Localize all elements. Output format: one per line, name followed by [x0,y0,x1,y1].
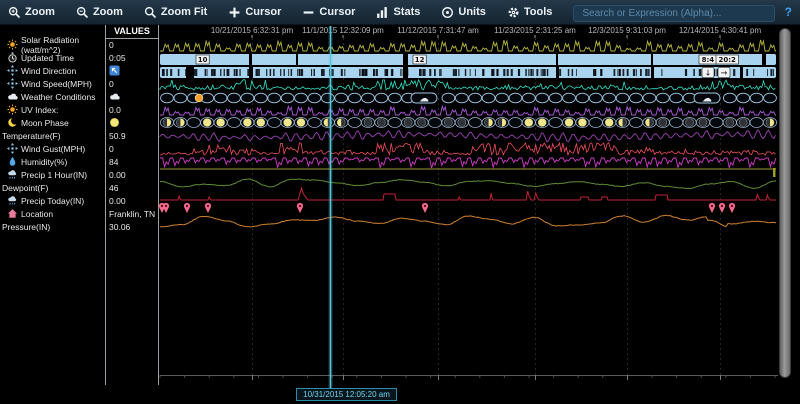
vertical-scrollbar[interactable] [779,28,791,378]
track-location[interactable] [159,203,735,213]
svg-text:8:4: 8:4 [702,56,715,64]
track-pressure-in[interactable] [160,215,776,227]
moon-phase-icon [739,119,747,127]
time-axis-label: 11/1/2015 12:32:09 pm [302,26,384,35]
moon-phase-icon [686,119,694,127]
track-temperature-f[interactable] [160,130,776,142]
track-updated-time[interactable]: 10 12 8:420:2 [160,54,776,65]
cloud-icon: ☁ [419,94,429,105]
moon-phase-icon [659,119,667,127]
sun-icon [195,94,203,102]
svg-text:↓: ↓ [705,69,712,78]
track-wind-direction[interactable]: ↓→ [160,67,776,78]
time-axis-label: 10/21/2015 6:32:31 pm [211,26,294,35]
svg-text:12: 12 [415,56,425,64]
svg-text:20:2: 20:2 [718,56,736,64]
moon-phase-icon [699,119,707,127]
track-precip-1-hour-in[interactable] [160,168,776,177]
moon-phase-icon [404,119,412,127]
time-axis-label: 11/12/2015 7:31:47 am [397,26,479,35]
time-axis-label: 12/3/2015 9:31:03 pm [588,26,666,35]
moon-phase-icon [418,119,426,127]
moon-phase-icon [377,119,385,127]
moon-phase-icon [458,119,466,127]
svg-text:→: → [721,69,728,78]
time-axis-label: 11/23/2015 2:31:25 am [494,26,576,35]
svg-text:10: 10 [198,56,208,64]
moon-phase-icon [364,119,372,127]
waveform-canvas[interactable]: 10/21/2015 6:32:31 pm 11/1/2015 12:32:09 … [0,0,800,404]
moon-phase-icon [444,119,452,127]
time-axis-label: 12/14/2015 4:30:41 pm [679,26,762,35]
moon-phase-icon [726,119,734,127]
cursor-time-label: 10/31/2015 12:05:20 am [296,388,397,401]
waveform-viewer-app: { "toolbar": { "buttons": [ {"id":"zoom-… [0,0,800,404]
cloud-icon: ☁ [702,94,712,105]
